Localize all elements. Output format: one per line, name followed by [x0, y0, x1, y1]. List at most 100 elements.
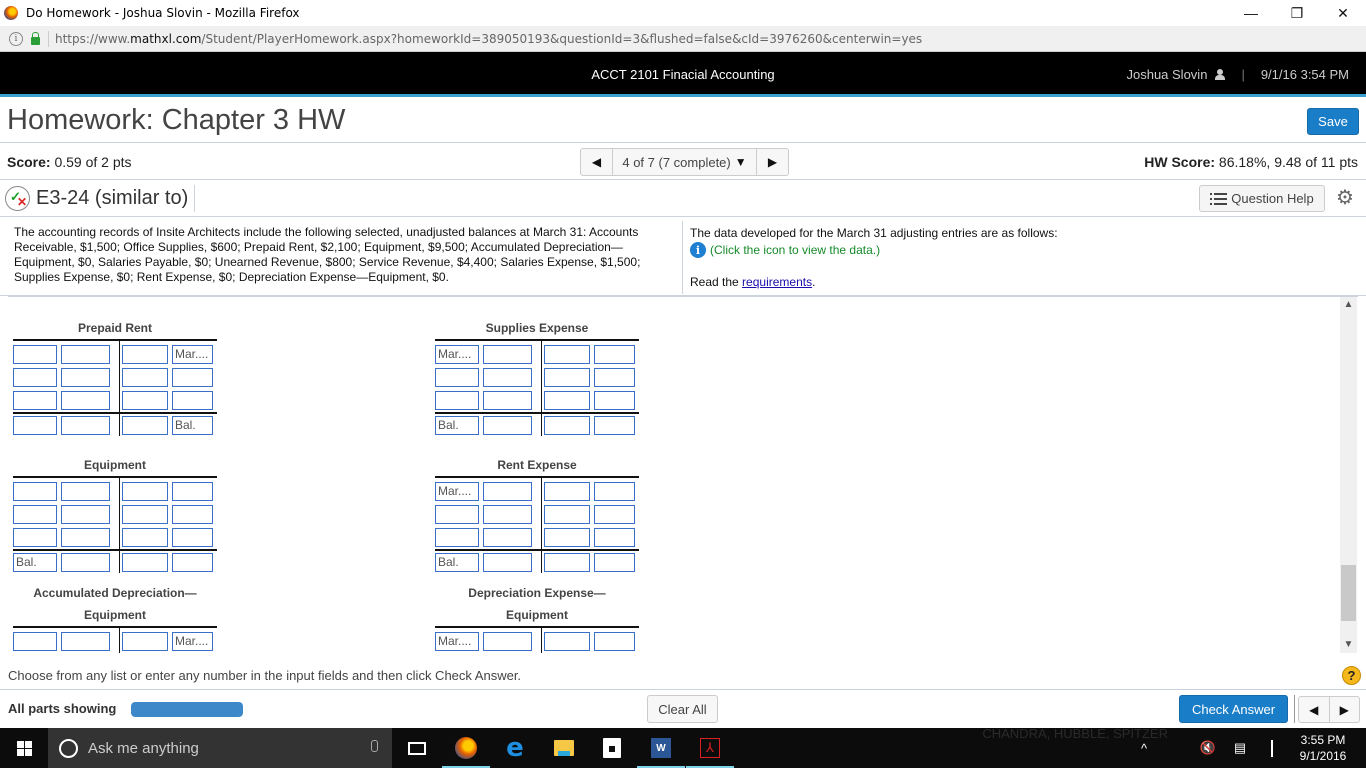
debit-amount-field[interactable]	[483, 482, 532, 501]
debit-amount-field[interactable]	[483, 505, 532, 524]
credit-amount-field[interactable]	[172, 553, 213, 572]
debit-amount-field[interactable]	[483, 632, 532, 651]
credit-label-field[interactable]	[122, 416, 168, 435]
debit-amount-field[interactable]	[483, 416, 532, 435]
debit-label-field[interactable]	[13, 482, 57, 501]
debit-label-field[interactable]: Mar....	[435, 632, 479, 651]
credit-amount-field[interactable]	[594, 368, 635, 387]
credit-amount-field[interactable]	[594, 632, 635, 651]
credit-label-field[interactable]	[544, 528, 590, 547]
scrollbar-thumb[interactable]	[1341, 565, 1356, 621]
debit-label-field[interactable]	[435, 528, 479, 547]
debit-label-field[interactable]	[13, 416, 57, 435]
debit-label-field[interactable]: Bal.	[13, 553, 57, 572]
credit-label-field[interactable]	[122, 553, 168, 572]
debit-amount-field[interactable]	[61, 345, 110, 364]
debit-label-field[interactable]	[13, 345, 57, 364]
credit-label-field[interactable]	[122, 528, 168, 547]
taskbar-firefox[interactable]	[442, 728, 490, 768]
credit-label-field[interactable]	[544, 553, 590, 572]
clock[interactable]: 3:55 PM 9/1/2016	[1288, 732, 1358, 764]
debit-amount-field[interactable]	[61, 505, 110, 524]
debit-amount-field[interactable]	[483, 553, 532, 572]
credit-label-field[interactable]	[122, 368, 168, 387]
url-text[interactable]: https://www.mathxl.com/Student/PlayerHom…	[55, 32, 922, 46]
debit-label-field[interactable]	[13, 368, 57, 387]
debit-amount-field[interactable]	[61, 482, 110, 501]
debit-label-field[interactable]	[435, 368, 479, 387]
debit-label-field[interactable]: Bal.	[435, 553, 479, 572]
save-button[interactable]: Save	[1307, 108, 1359, 135]
credit-amount-field[interactable]	[172, 528, 213, 547]
credit-amount-field[interactable]	[594, 528, 635, 547]
taskbar-acrobat[interactable]: ⅄	[686, 728, 734, 768]
scroll-up-arrow-icon[interactable]: ▲	[1340, 297, 1357, 313]
question-select-dropdown[interactable]: 4 of 7 (7 complete) ▼	[612, 149, 757, 175]
help-icon[interactable]: ?	[1342, 666, 1361, 685]
requirements-link[interactable]: requirements	[742, 275, 812, 289]
taskbar-store[interactable]	[588, 728, 636, 768]
credit-label-field[interactable]	[122, 632, 168, 651]
check-answer-button[interactable]: Check Answer	[1179, 695, 1288, 723]
show-hidden-icons-button[interactable]: ^	[1128, 741, 1160, 756]
credit-amount-field[interactable]	[172, 391, 213, 410]
debit-amount-field[interactable]	[61, 528, 110, 547]
debit-amount-field[interactable]	[61, 368, 110, 387]
notification-icon[interactable]: ▤	[1224, 740, 1256, 756]
info-icon[interactable]: i	[690, 242, 706, 258]
debit-amount-field[interactable]	[61, 391, 110, 410]
taskbar-word[interactable]: W	[637, 728, 685, 768]
site-info-icon[interactable]: i	[9, 31, 23, 46]
debit-amount-field[interactable]	[61, 632, 110, 651]
debit-label-field[interactable]: Bal.	[435, 416, 479, 435]
debit-amount-field[interactable]	[483, 528, 532, 547]
question-help-button[interactable]: Question Help	[1199, 185, 1325, 212]
credit-amount-field[interactable]	[594, 345, 635, 364]
credit-label-field[interactable]	[122, 505, 168, 524]
debit-amount-field[interactable]	[483, 391, 532, 410]
credit-amount-field[interactable]	[172, 482, 213, 501]
credit-label-field[interactable]	[122, 482, 168, 501]
previous-part-button[interactable]: ◀	[1299, 697, 1330, 722]
credit-amount-field[interactable]	[594, 416, 635, 435]
debit-amount-field[interactable]	[61, 553, 110, 572]
credit-amount-field[interactable]	[172, 368, 213, 387]
start-button[interactable]	[0, 728, 48, 768]
view-data-link[interactable]: i (Click the icon to view the data.)	[690, 242, 1362, 258]
credit-amount-field[interactable]	[594, 391, 635, 410]
restore-button[interactable]: ❐	[1274, 0, 1320, 26]
gear-icon[interactable]: ⚙	[1335, 188, 1355, 208]
debit-amount-field[interactable]	[483, 345, 532, 364]
taskbar-edge[interactable]: e	[491, 728, 539, 768]
volume-muted-icon[interactable]: 🔇	[1192, 740, 1224, 756]
credit-amount-field[interactable]: Mar....	[172, 345, 213, 364]
close-button[interactable]: ✕	[1320, 0, 1366, 26]
debit-label-field[interactable]	[13, 528, 57, 547]
credit-amount-field[interactable]: Mar....	[172, 632, 213, 651]
next-question-button[interactable]: ▶	[757, 149, 788, 175]
credit-label-field[interactable]	[122, 345, 168, 364]
debit-label-field[interactable]	[435, 391, 479, 410]
next-part-button[interactable]: ▶	[1330, 697, 1360, 722]
debit-label-field[interactable]	[13, 632, 57, 651]
credit-label-field[interactable]	[544, 416, 590, 435]
clear-all-button[interactable]: Clear All	[647, 695, 718, 723]
taskbar-file-explorer[interactable]	[540, 728, 588, 768]
debit-label-field[interactable]: Mar....	[435, 345, 479, 364]
cortana-search-box[interactable]: Ask me anything	[48, 728, 392, 768]
scroll-down-arrow-icon[interactable]: ▼	[1340, 637, 1357, 653]
debit-label-field[interactable]	[13, 391, 57, 410]
debit-label-field[interactable]	[13, 505, 57, 524]
debit-amount-field[interactable]	[483, 368, 532, 387]
credit-label-field[interactable]	[544, 391, 590, 410]
vertical-scrollbar[interactable]: ▲ ▼	[1340, 297, 1357, 653]
credit-label-field[interactable]	[122, 391, 168, 410]
credit-amount-field[interactable]	[594, 505, 635, 524]
keyboard-icon[interactable]	[1256, 739, 1288, 757]
user-name[interactable]: Joshua Slovin	[1126, 67, 1207, 82]
microphone-icon[interactable]	[371, 740, 378, 752]
credit-label-field[interactable]	[544, 482, 590, 501]
minimize-button[interactable]: —	[1228, 0, 1274, 26]
address-bar[interactable]: i https://www.mathxl.com/Student/PlayerH…	[0, 26, 1366, 52]
credit-label-field[interactable]	[544, 345, 590, 364]
